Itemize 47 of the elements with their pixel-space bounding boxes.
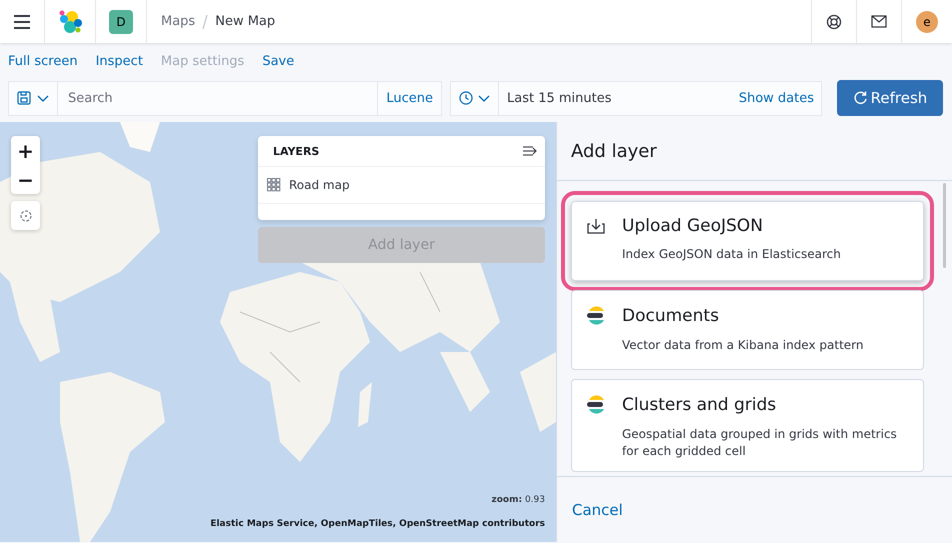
breadcrumb[interactable]: Maps [161, 14, 196, 29]
search-field[interactable]: Search Lucene [8, 80, 442, 116]
menu-link[interactable]: Full screen [8, 54, 78, 68]
collapse-icon[interactable] [522, 144, 537, 158]
layer-option-card[interactable]: Clusters and grids Geospatial data grouped in grids with metrics for each gridded cell [571, 379, 924, 472]
zoom-button[interactable]: − [11, 165, 40, 194]
locate-button[interactable] [11, 201, 40, 230]
user-avatar[interactable]: e [916, 10, 938, 32]
scrollbar[interactable] [943, 183, 946, 268]
space-avatar[interactable]: D [109, 10, 133, 34]
target-icon [18, 208, 32, 222]
card-description: Vector data from a Kibana index pattern [621, 337, 864, 354]
panel-title: LAYERS [273, 144, 320, 158]
map-attribution: Elastic Maps Service, OpenMapTiles, OpenStreetMap contributors [210, 519, 545, 529]
refresh-icon [852, 91, 867, 105]
refresh-button[interactable]: Refresh [837, 80, 943, 116]
menu-link[interactable]: Save [262, 54, 294, 68]
clock-icon [459, 91, 473, 105]
zoom-level: zoom: 0.93 [491, 495, 545, 505]
menu-icon[interactable] [13, 12, 31, 30]
show-dates-link[interactable]: Show dates [738, 90, 821, 106]
stacked-layers-icon [586, 394, 606, 416]
date-picker[interactable]: Last 15 minutes Show dates [450, 80, 822, 116]
help-icon[interactable] [826, 14, 842, 30]
time-range: Last 15 minutes [506, 90, 613, 106]
zoom-button[interactable]: + [11, 136, 40, 165]
card-description: Index GeoJSON data in Elasticsearch [621, 246, 842, 263]
language-button[interactable]: Lucene [377, 82, 441, 114]
logo-icon[interactable] [58, 10, 82, 34]
layer-option-card[interactable]: Documents Vector data from a Kibana index pattern [571, 290, 924, 370]
stacked-layers-icon [586, 305, 606, 327]
cancel-link[interactable]: Cancel [572, 500, 623, 518]
menu-link[interactable]: Inspect [96, 54, 143, 68]
breadcrumb: New Map [215, 14, 276, 29]
card-title: Clusters and grids [622, 395, 776, 415]
card-title: Upload GeoJSON [622, 216, 763, 236]
save-icon [17, 91, 31, 105]
card-description: Geospatial data grouped in grids with metrics for each gridded cell [621, 426, 898, 460]
separator-icon [201, 14, 210, 30]
caret-icon [37, 94, 49, 102]
layer-name[interactable]: Road map [289, 178, 350, 192]
mail-icon[interactable] [871, 14, 887, 29]
flyout-title: Add layer [571, 140, 657, 162]
import-icon [586, 218, 606, 234]
card-title: Documents [622, 306, 719, 326]
grid-icon [267, 178, 281, 192]
caret-icon [478, 94, 490, 102]
